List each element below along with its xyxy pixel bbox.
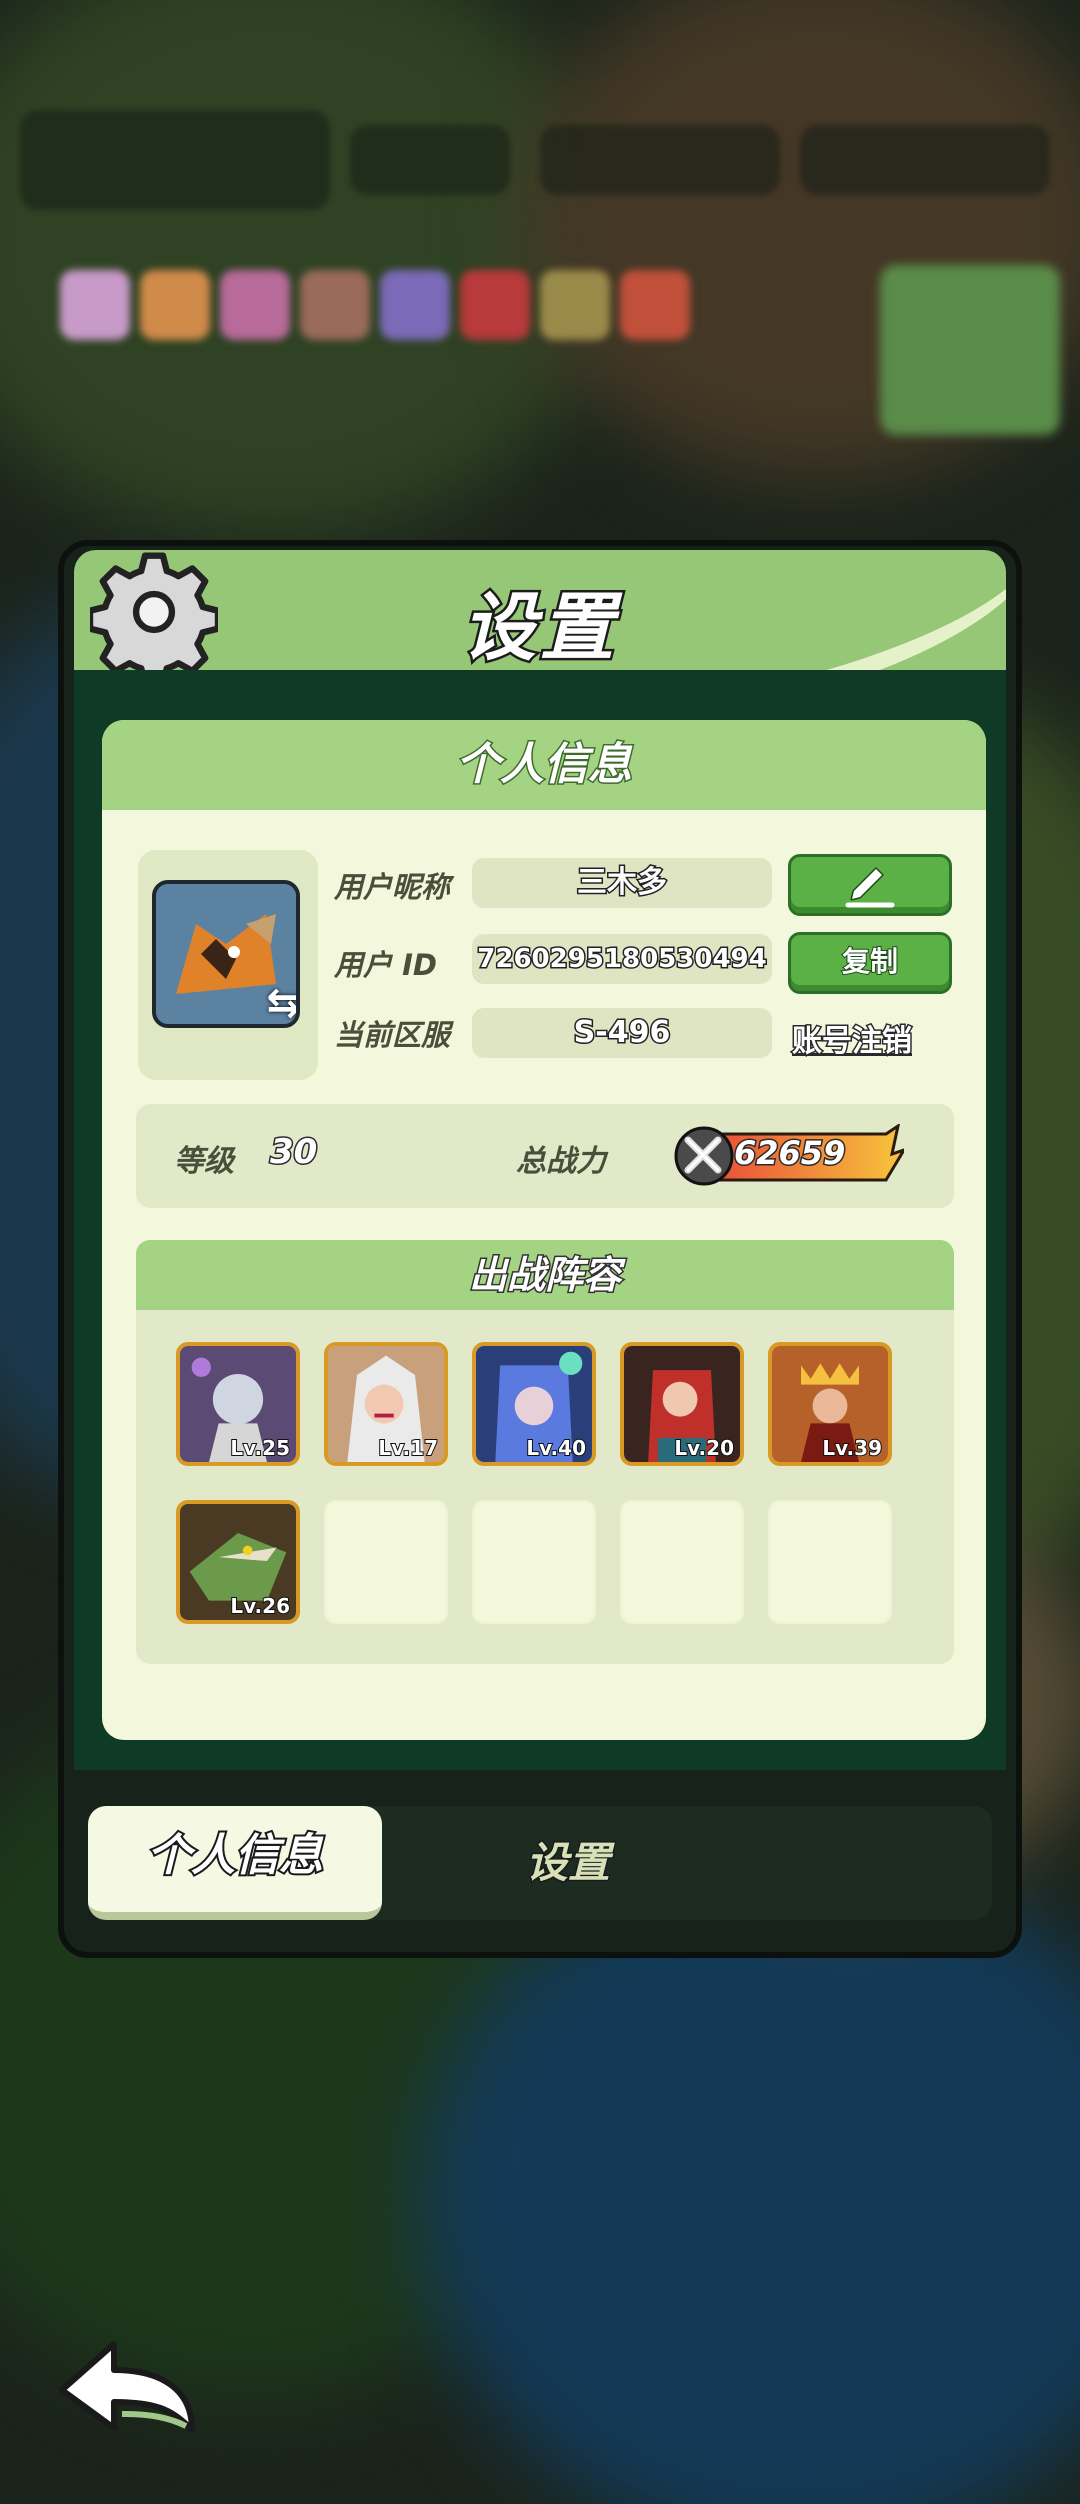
profile-card-header: 个人信息 (102, 720, 986, 810)
crossed-swords-icon (674, 1126, 734, 1186)
stats-bar: 等级 30 总战力 62659 (136, 1104, 954, 1208)
empty-slot[interactable] (768, 1500, 892, 1624)
empty-slot[interactable] (472, 1500, 596, 1624)
nickname-value: 三木多 (472, 858, 772, 908)
deregister-link[interactable]: 账号注销 (791, 1016, 914, 1061)
hero-slot-2[interactable]: Lv.17 (324, 1342, 448, 1466)
hero-slot-6[interactable]: Lv.26 (176, 1500, 300, 1624)
user-id-label: 用户 ID (334, 948, 437, 982)
lineup-panel: 出战阵容 Lv.25 Lv.17 Lv.40 Lv.20 Lv.39 Lv.26 (136, 1240, 954, 1664)
hero-level: Lv.20 (673, 1435, 735, 1461)
hero-level: Lv.25 (229, 1435, 291, 1461)
tab-bar: 个人信息 设置 (88, 1806, 992, 1920)
copy-button[interactable]: 复制 (788, 932, 952, 994)
tab-settings[interactable]: 设置 (468, 1806, 668, 1920)
minimap-blurred (880, 265, 1060, 435)
hero-level: Lv.40 (525, 1435, 587, 1461)
settings-dialog: 设置 个人信息 ⇆ 用户昵称 三木多 用户 ID 726029518053049… (58, 540, 1022, 1958)
hero-level: Lv.39 (821, 1435, 883, 1461)
edit-nickname-button[interactable] (788, 854, 952, 916)
hero-slot-1[interactable]: Lv.25 (176, 1342, 300, 1466)
power-badge: 62659 (672, 1124, 904, 1188)
server-value: S-496 (472, 1008, 772, 1058)
avatar[interactable]: ⇆ (152, 880, 300, 1028)
nickname-label: 用户昵称 (334, 870, 451, 904)
level-value: 30 (268, 1131, 318, 1174)
tab-personal-info[interactable]: 个人信息 (88, 1806, 382, 1920)
server-label: 当前区服 (334, 1018, 451, 1052)
hero-slot-3[interactable]: Lv.40 (472, 1342, 596, 1466)
lineup-header: 出战阵容 (136, 1240, 954, 1310)
empty-slot[interactable] (324, 1500, 448, 1624)
profile-card: 个人信息 ⇆ 用户昵称 三木多 用户 ID 7260295180530494 复… (102, 720, 986, 1740)
swap-icon: ⇆ (266, 980, 300, 1026)
dialog-title: 设置 (460, 583, 618, 674)
user-id-value: 7260295180530494 (472, 934, 772, 984)
top-hud-blurred (20, 110, 1060, 210)
power-label: 总战力 (516, 1144, 606, 1179)
hero-level: Lv.17 (377, 1435, 439, 1461)
power-value: 62659 (732, 1133, 846, 1174)
hero-slot-5[interactable]: Lv.39 (768, 1342, 892, 1466)
empty-slot[interactable] (620, 1500, 744, 1624)
hero-level: Lv.26 (229, 1593, 291, 1619)
level-label: 等级 (174, 1144, 234, 1179)
hero-slot-4[interactable]: Lv.20 (620, 1342, 744, 1466)
avatar-panel: ⇆ (138, 850, 318, 1080)
pencil-icon (845, 867, 895, 908)
back-arrow-icon[interactable] (52, 2330, 202, 2440)
